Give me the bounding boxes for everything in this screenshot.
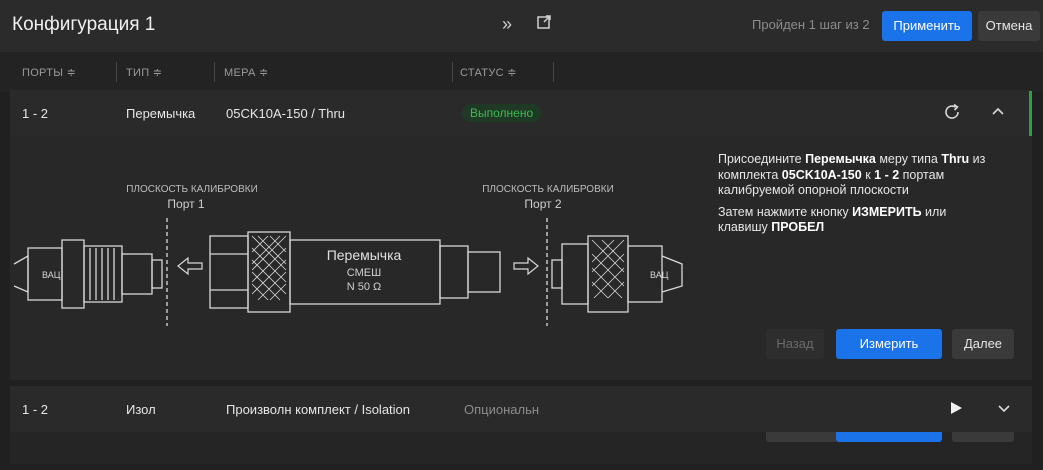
left-vna-connector [13, 239, 163, 309]
column-divider [452, 62, 453, 82]
column-divider [116, 62, 117, 82]
row-measure: 05CK10A-150 / Thru [226, 106, 345, 121]
right-port-label: Порт 2 [524, 197, 562, 211]
adapter-impedance: N 50 Ω [347, 281, 382, 293]
hidden-next-button [952, 432, 1014, 442]
right-plane-label: ПЛОСКОСТЬ КАЛИБРОВКИ [482, 184, 614, 195]
adapter-connector-type: СМЕШ [347, 267, 381, 279]
play-icon[interactable] [948, 400, 964, 421]
column-header-measure[interactable]: МЕРА ≑ [224, 66, 269, 79]
active-row-indicator [1029, 91, 1032, 136]
table-row[interactable]: 1 - 2 Изол Произволн комплект / Isolatio… [10, 386, 1032, 432]
row-measure: Произволн комплект / Isolation [226, 402, 411, 417]
column-divider [214, 62, 215, 82]
right-vna-label: ВАЦ [650, 270, 669, 280]
instruction-paragraph-connect: Присоедините Перемычка меру типа Thru из… [718, 152, 986, 197]
connection-diagram: ПЛОСКОСТЬ КАЛИБРОВКИ Порт 1 ПЛОСКОСТЬ КА… [13, 184, 683, 326]
next-button[interactable]: Далее [952, 329, 1014, 359]
arrow-right-icon [513, 256, 539, 276]
chevron-up-icon[interactable] [990, 104, 1006, 125]
title-bar: Конфигурация 1 » Пройден 1 шаг из 2 Прим… [0, 0, 1043, 52]
collapsed-row-footer [10, 432, 1032, 464]
adapter-title: Перемычка [327, 247, 402, 263]
double-chevron-right-icon[interactable]: » [502, 14, 512, 35]
left-port-label: Порт 1 [167, 197, 205, 211]
back-button[interactable]: Назад [766, 329, 824, 359]
instruction-paragraph-measure: Затем нажмите кнопку ИЗМЕРИТЬ или клавиш… [718, 204, 947, 235]
chevron-down-icon[interactable] [996, 400, 1012, 421]
column-header-type[interactable]: ТИП ≑ [126, 66, 162, 79]
table-header: ПОРТЫ ≑ ТИП ≑ МЕРА ≑ СТАТУС ≑ [0, 52, 1043, 92]
measure-button[interactable]: Измерить [836, 329, 942, 359]
row-ports: 1 - 2 [22, 106, 49, 121]
refresh-icon[interactable] [942, 102, 962, 127]
arrow-left-icon [177, 256, 203, 276]
apply-button[interactable]: Применить [882, 11, 972, 41]
step-progress-text: Пройден 1 шаг из 2 [752, 17, 870, 32]
left-vna-label: ВАЦ [42, 270, 61, 280]
page-title: Конфигурация 1 [12, 14, 156, 35]
cancel-button[interactable]: Отмена [978, 11, 1040, 41]
column-header-status[interactable]: СТАТУС ≑ [460, 66, 517, 79]
row-type: Изол [126, 402, 156, 417]
column-divider [553, 62, 554, 82]
instruction-text: Присоедините Перемычка меру типа Thru из… [718, 152, 998, 236]
hidden-measure-button [836, 432, 942, 442]
table-row[interactable]: 1 - 2 Перемычка 05CK10A-150 / Thru Выпол… [10, 90, 1032, 136]
left-plane-label: ПЛОСКОСТЬ КАЛИБРОВКИ [126, 184, 258, 195]
hidden-back-button [766, 432, 838, 442]
column-header-ports[interactable]: ПОРТЫ ≑ [22, 66, 76, 79]
row-ports: 1 - 2 [22, 402, 49, 417]
external-link-icon[interactable] [536, 14, 552, 35]
status-badge: Выполнено [462, 104, 542, 122]
row-type: Перемычка [126, 106, 196, 121]
status-text: Опциональн [464, 402, 540, 417]
